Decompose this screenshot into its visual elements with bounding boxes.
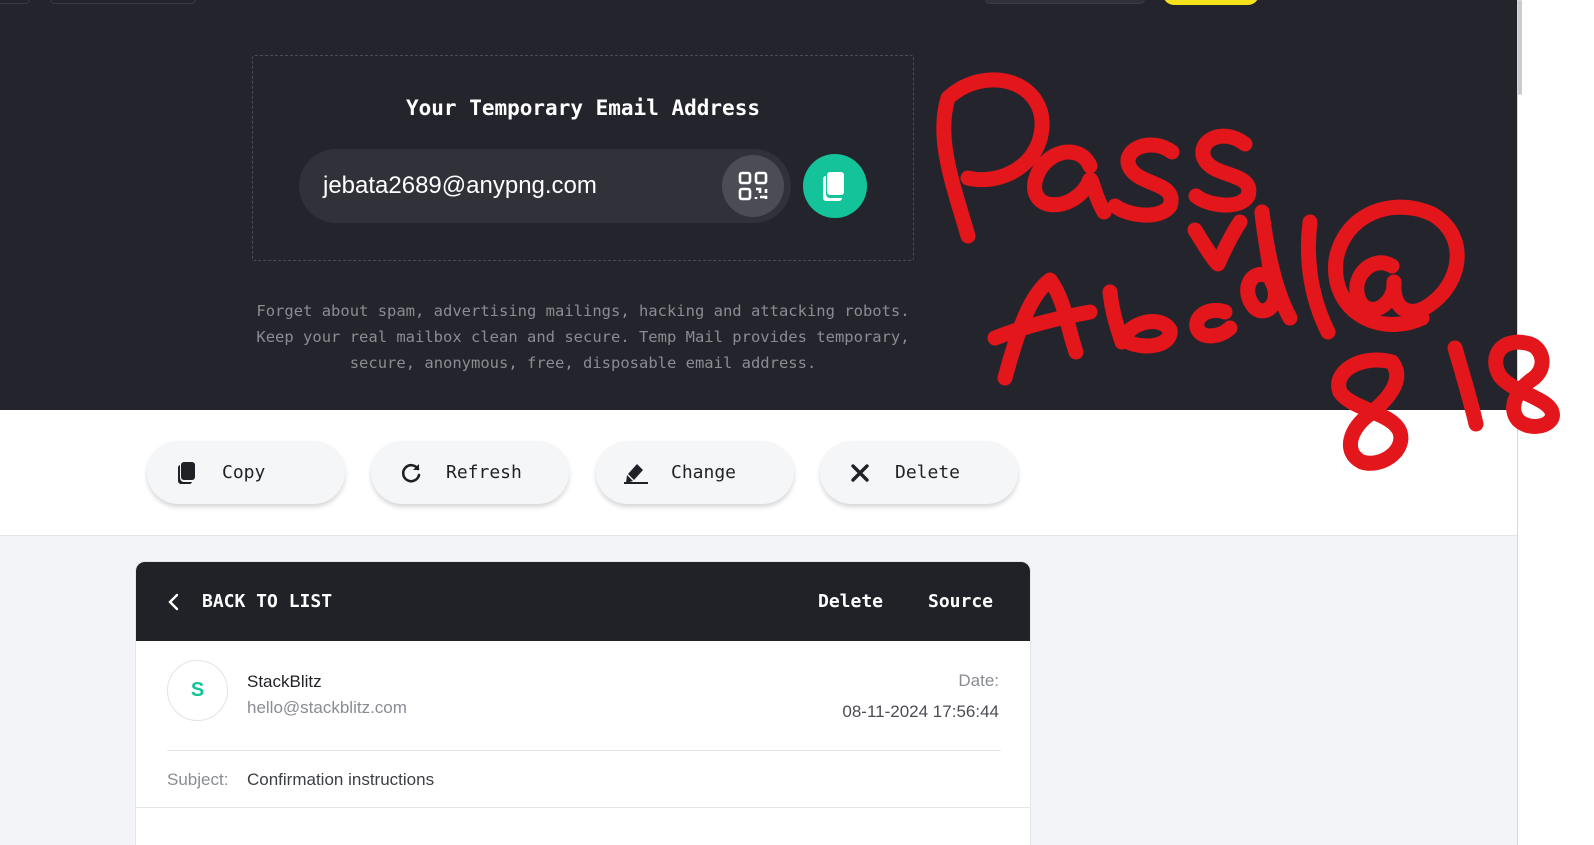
description-line: Forget about spam, advertising mailings,…: [256, 302, 910, 320]
subject-value: Confirmation instructions: [247, 770, 435, 789]
qr-code-button[interactable]: [722, 155, 784, 217]
page-margin: [1523, 0, 1594, 845]
sender-avatar: S: [167, 660, 228, 721]
delete-button[interactable]: Delete: [820, 441, 1018, 504]
qr-code-icon: [738, 171, 768, 201]
header-control-fragment[interactable]: [0, 0, 30, 4]
copy-button[interactable]: Copy: [147, 441, 345, 504]
header-control-fragment[interactable]: [50, 0, 196, 4]
description-line: Keep your real mailbox clean and secure.…: [256, 328, 910, 346]
message-header-bar: BACK TO LIST Delete Source: [136, 562, 1030, 641]
change-button-label: Change: [671, 462, 737, 483]
action-bar: Copy Refresh Change Delete: [0, 410, 1517, 536]
refresh-button[interactable]: Refresh: [371, 441, 569, 504]
copy-icon: [175, 461, 199, 485]
divider: [167, 750, 1001, 751]
copy-button-label: Copy: [222, 462, 266, 483]
description-line: secure, anonymous, free, disposable emai…: [349, 354, 817, 372]
date-label: Date:: [958, 671, 999, 690]
back-to-list-label: BACK TO LIST: [202, 591, 333, 612]
refresh-button-label: Refresh: [446, 462, 522, 483]
delete-button-label: Delete: [895, 462, 961, 483]
date-value: 08-11-2024 17:56:44: [842, 702, 999, 721]
hero-description: Forget about spam, advertising mailings,…: [248, 298, 918, 376]
email-box-title: Your Temporary Email Address: [405, 96, 760, 120]
copy-email-button[interactable]: [803, 154, 867, 218]
message-card: BACK TO LIST Delete Source S StackBlitz …: [135, 561, 1031, 845]
email-address-text[interactable]: jebata2689@anypng.com: [323, 149, 597, 223]
back-to-list-link[interactable]: BACK TO LIST: [166, 562, 332, 641]
divider: [136, 807, 1030, 808]
email-address-field[interactable]: jebata2689@anypng.com: [299, 149, 791, 223]
change-button[interactable]: Change: [596, 441, 794, 504]
chevron-left-icon: [168, 593, 179, 610]
email-address-box: Your Temporary Email Address jebata2689@…: [252, 55, 914, 261]
header-yellow-button-fragment[interactable]: [1163, 0, 1259, 5]
sender-email: hello@stackblitz.com: [247, 698, 407, 717]
refresh-icon: [399, 461, 423, 485]
copy-icon: [823, 172, 844, 201]
message-source-link[interactable]: Source: [928, 562, 993, 641]
edit-icon: [624, 461, 648, 485]
hero-section: Your Temporary Email Address jebata2689@…: [0, 0, 1517, 410]
message-delete-link[interactable]: Delete: [818, 562, 883, 641]
close-icon: [848, 461, 872, 485]
sender-name: StackBlitz: [247, 672, 322, 691]
header-control-fragment[interactable]: [985, 0, 1145, 4]
scrollbar-thumb[interactable]: [1518, 0, 1522, 95]
subject-label: Subject:: [167, 770, 229, 789]
